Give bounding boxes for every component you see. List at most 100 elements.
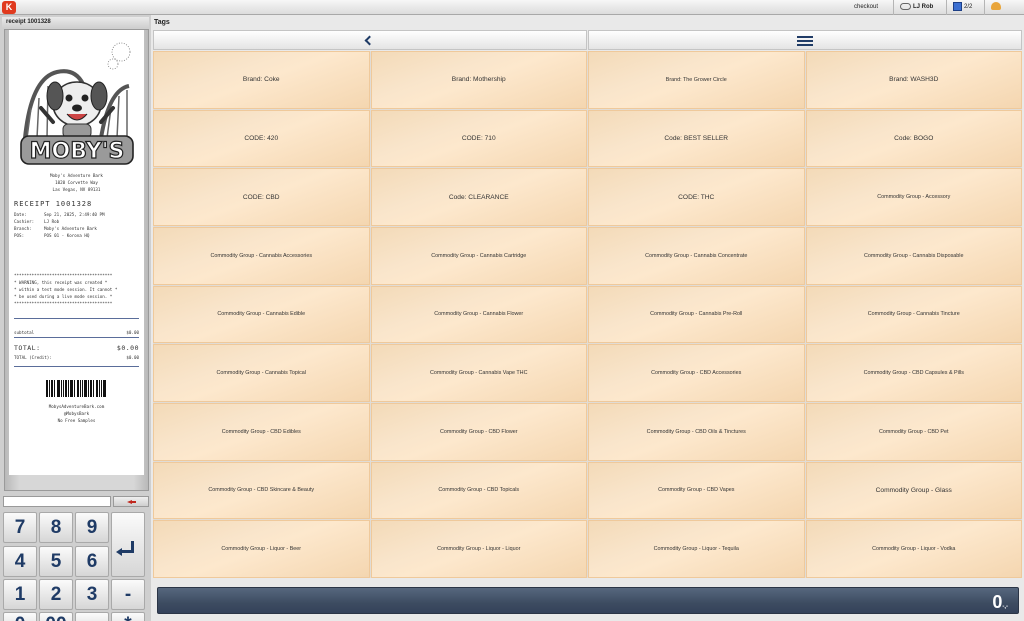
key-9[interactable]: 9 xyxy=(75,512,109,543)
key-4[interactable]: 4 xyxy=(3,546,37,577)
footer-line: MobysAdventureBark.com xyxy=(48,404,105,409)
backspace-button[interactable] xyxy=(113,496,149,507)
key-multiply[interactable]: * xyxy=(111,612,145,621)
field-value: POS 01 - Korona HQ xyxy=(44,233,90,238)
tag-button[interactable]: Brand: Mothership xyxy=(370,51,587,109)
footer-line: No Free Samples xyxy=(57,418,96,423)
tag-button[interactable]: Brand: WASH3D xyxy=(805,51,1022,109)
key-5[interactable]: 5 xyxy=(39,546,73,577)
receipt-title: RECEIPT 1001328 xyxy=(14,200,93,208)
tag-button[interactable]: Commodity Group - Cannabis Vape THC xyxy=(370,344,587,402)
tag-button[interactable]: Commodity Group - Cannabis Tincture xyxy=(805,285,1022,344)
main-area: Tags Brand: Coke Brand: Mothership Brand… xyxy=(151,15,1024,621)
tag-button[interactable]: Commodity Group - CBD Oils & Tinctures xyxy=(588,403,805,461)
back-button[interactable] xyxy=(153,30,587,50)
tag-button[interactable]: Commodity Group - Cannabis Pre-Roll xyxy=(588,285,805,344)
key-2[interactable]: 2 xyxy=(39,579,73,610)
field-key: Branch: xyxy=(14,226,32,231)
total-row: TOTAL: $0.00 xyxy=(14,344,139,353)
tag-button[interactable]: CODE: 710 xyxy=(370,109,587,168)
key-6[interactable]: 6 xyxy=(75,546,109,577)
key-8[interactable]: 8 xyxy=(39,512,73,543)
tag-button[interactable]: Commodity Group - Cannabis Cartridge xyxy=(370,227,587,285)
tag-navigation xyxy=(153,30,1022,50)
tag-button[interactable]: Commodity Group - CBD Flower xyxy=(370,403,587,461)
tag-button[interactable]: Commodity Group - Cannabis Flower xyxy=(370,285,587,344)
tag-button[interactable]: Brand: The Grower Circle xyxy=(588,51,805,109)
tag-button[interactable]: Commodity Group - CBD Skincare & Beauty xyxy=(153,461,370,520)
receipt-paper: MOBY'S Moby's Adventure Bark 1020 Corvet… xyxy=(9,30,144,475)
hamburger-icon xyxy=(797,36,813,46)
field-value: LJ Rob xyxy=(44,219,60,224)
receipt-field-pos: POS: POS 01 - Korona HQ xyxy=(14,232,139,239)
mascot-text: MOBY'S xyxy=(30,139,125,164)
tag-button[interactable]: Commodity Group - CBD Edibles xyxy=(153,403,370,461)
warning-line: *************************************** xyxy=(14,273,113,278)
mascot-logo: MOBY'S xyxy=(20,42,134,165)
tag-button[interactable]: Code: BOGO xyxy=(805,109,1022,168)
receipt-field-date: Date: Sep 21, 2025, 2:49:40 PM xyxy=(14,211,139,218)
tag-button[interactable]: Commodity Group - CBD Vapes xyxy=(588,461,805,520)
menu-button[interactable] xyxy=(588,30,1022,50)
tag-button[interactable]: Commodity Group - Liquor - Tequila xyxy=(588,520,805,578)
warning-line: * WARNING, this receipt was created * xyxy=(14,280,108,285)
warning-line: *************************************** xyxy=(14,301,113,306)
quantity-input[interactable] xyxy=(3,496,111,507)
tag-button[interactable]: Commodity Group - Glass xyxy=(805,461,1022,520)
receipt-footer: MobysAdventureBark.com @MobysBark No Fre… xyxy=(9,403,144,424)
tag-button[interactable]: CODE: 420 xyxy=(153,109,370,168)
checkout-button[interactable]: checkout xyxy=(848,0,884,15)
field-key: Cashier: xyxy=(14,219,35,224)
tag-button[interactable]: Commodity Group - Cannabis Accessories xyxy=(153,227,370,285)
cake-icon xyxy=(991,2,1001,11)
tag-button[interactable]: Code: CLEARANCE xyxy=(370,168,587,226)
tag-button[interactable]: CODE: THC xyxy=(588,168,805,226)
entry-row xyxy=(2,496,150,507)
tag-button[interactable]: Code: BEST SELLER xyxy=(588,109,805,168)
store-line: 1020 Corvette Way xyxy=(55,180,98,185)
key-3[interactable]: 3 xyxy=(75,579,109,610)
tag-button[interactable]: Commodity Group - CBD Pet xyxy=(805,403,1022,461)
korona-logo[interactable]: K xyxy=(2,1,16,14)
total-label: TOTAL: xyxy=(14,344,41,352)
key-decimal[interactable]: . xyxy=(75,612,109,621)
tag-button[interactable]: Commodity Group - Accessory xyxy=(805,168,1022,226)
tag-button[interactable]: Brand: Coke xyxy=(153,51,370,109)
total-display: 0-,- xyxy=(992,592,1008,617)
enter-key[interactable] xyxy=(111,512,145,577)
field-key: Date: xyxy=(14,212,27,217)
tag-button[interactable]: Commodity Group - Liquor - Liquor xyxy=(370,520,587,578)
page-title: Tags xyxy=(154,19,170,26)
tag-button[interactable]: Commodity Group - CBD Accessories xyxy=(588,344,805,402)
field-key: POS: xyxy=(14,233,25,238)
tag-button[interactable]: Commodity Group - Liquor - Beer xyxy=(153,520,370,578)
cake-button[interactable] xyxy=(984,0,1007,15)
tag-button[interactable]: Commodity Group - Liquor - Vodka xyxy=(805,520,1022,578)
page-count: 2/2 xyxy=(964,4,973,10)
store-address: Moby's Adventure Bark 1020 Corvette Way … xyxy=(9,172,144,193)
tag-button[interactable]: Commodity Group - CBD Capsules & Pills xyxy=(805,344,1022,402)
key-1[interactable]: 1 xyxy=(3,579,37,610)
divider xyxy=(14,337,139,338)
top-bar: K checkout LJ Rob 2/2 xyxy=(0,0,1024,15)
checkout-label: checkout xyxy=(854,4,879,10)
total-display-bar: 0-,- xyxy=(157,587,1019,614)
receipt-field-cashier: Cashier: LJ Rob xyxy=(14,218,139,225)
page-indicator[interactable]: 2/2 xyxy=(946,0,978,15)
tag-button[interactable]: Commodity Group - Cannabis Disposable xyxy=(805,227,1022,285)
tag-button[interactable]: Commodity Group - Cannabis Topical xyxy=(153,344,370,402)
key-minus[interactable]: - xyxy=(111,579,145,610)
tag-button[interactable]: Commodity Group - Cannabis Edible xyxy=(153,285,370,344)
user-menu[interactable]: LJ Rob xyxy=(893,0,939,15)
total-suffix: -,- xyxy=(1002,604,1008,610)
receipt-frame[interactable]: MOBY'S Moby's Adventure Bark 1020 Corvet… xyxy=(4,29,149,491)
key-0[interactable]: 0 xyxy=(3,612,37,621)
key-00[interactable]: 00 xyxy=(39,612,73,621)
warning-line: * be used during a live mode session. * xyxy=(14,294,113,299)
tag-button[interactable]: Commodity Group - CBD Topicals xyxy=(370,461,587,520)
tag-button[interactable]: Commodity Group - Cannabis Concentrate xyxy=(588,227,805,285)
total-amount: 0 xyxy=(992,592,1003,612)
key-7[interactable]: 7 xyxy=(3,512,37,543)
tag-button[interactable]: CODE: CBD xyxy=(153,168,370,226)
total-value: $0.00 xyxy=(116,344,139,352)
